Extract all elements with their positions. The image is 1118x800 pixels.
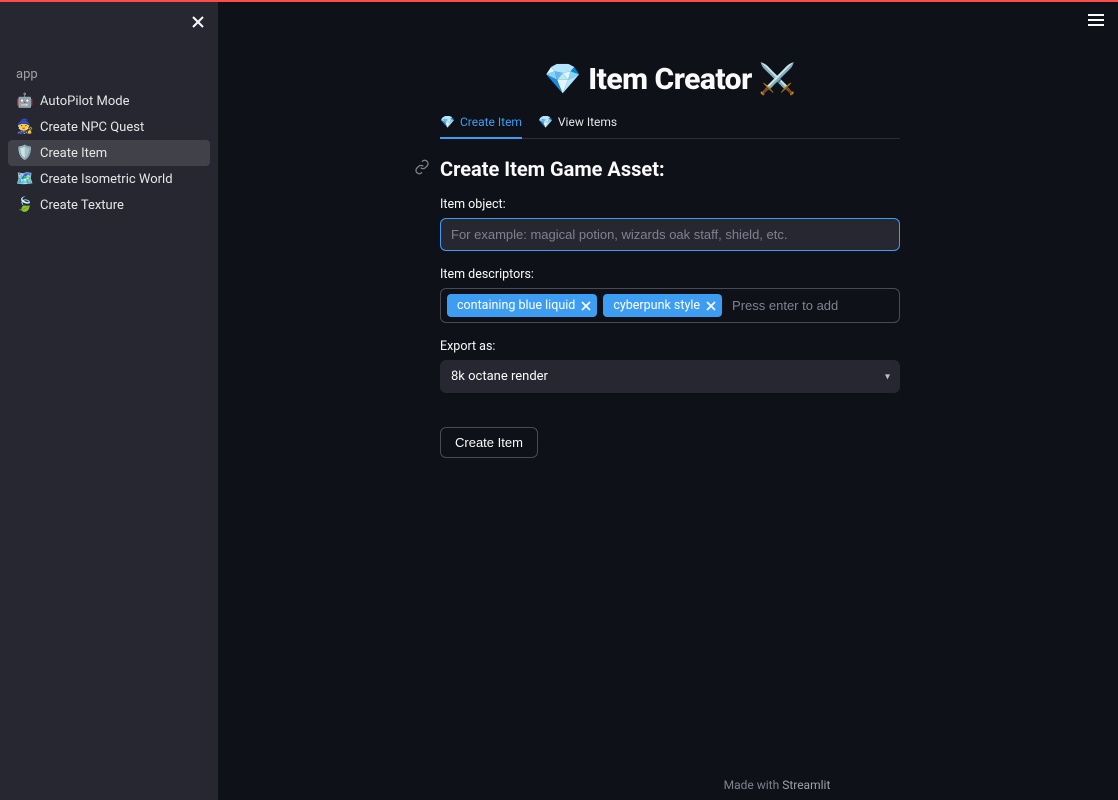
descriptor-tag: containing blue liquid	[447, 294, 597, 317]
tab-label: View Items	[558, 115, 617, 129]
close-icon	[581, 301, 591, 311]
sidebar-item-label: Create Texture	[40, 198, 124, 213]
close-sidebar-button[interactable]	[188, 12, 208, 32]
item-descriptors-text-input[interactable]	[728, 294, 893, 317]
sidebar-heading: app	[8, 67, 210, 82]
descriptor-tag-label: cyberpunk style	[613, 298, 700, 313]
sidebar-item-icon: 🛡️	[16, 145, 32, 161]
export-as-select[interactable]: 8k octane render	[440, 360, 900, 393]
section-title: Create Item Game Asset:	[440, 157, 665, 181]
sidebar-item-icon: 🗺️	[16, 171, 32, 187]
export-as-label: Export as:	[440, 339, 900, 354]
item-object-label: Item object:	[440, 197, 900, 212]
sidebar-item-label: AutoPilot Mode	[40, 94, 130, 109]
gem-icon: 💎	[440, 115, 455, 129]
close-icon	[706, 301, 716, 311]
main-content: 💎 Item Creator ⚔️ 💎 Create Item 💎 View Item…	[218, 2, 1118, 800]
item-object-input[interactable]	[440, 218, 900, 251]
sidebar-item-create-isometric-world[interactable]: 🗺️ Create Isometric World	[8, 166, 210, 192]
sidebar-item-create-item[interactable]: 🛡️ Create Item	[8, 140, 210, 166]
sidebar-item-icon: 🍃	[16, 197, 32, 213]
remove-tag-button[interactable]	[581, 301, 591, 311]
footer-link[interactable]: Streamlit	[782, 778, 830, 792]
item-descriptors-label: Item descriptors:	[440, 267, 900, 282]
sidebar-item-label: Create NPC Quest	[40, 120, 144, 135]
descriptor-tag-label: containing blue liquid	[457, 298, 575, 313]
link-icon	[414, 159, 430, 179]
footer-prefix: Made with	[724, 778, 783, 792]
tab-label: Create Item	[460, 115, 522, 129]
descriptor-tag: cyberpunk style	[603, 294, 722, 317]
sidebar-item-create-npc-quest[interactable]: 🧙 Create NPC Quest	[8, 114, 210, 140]
sidebar-item-label: Create Item	[40, 146, 107, 161]
item-descriptors-input[interactable]: containing blue liquid cyberpunk style	[440, 288, 900, 323]
sidebar-item-create-texture[interactable]: 🍃 Create Texture	[8, 192, 210, 218]
footer: Made with Streamlit	[436, 778, 1118, 792]
sidebar-item-autopilot-mode[interactable]: 🤖 AutoPilot Mode	[8, 88, 210, 114]
page-title: 💎 Item Creator ⚔️	[440, 62, 900, 97]
sidebar: app 🤖 AutoPilot Mode 🧙 Create NPC Quest 🛡️ Cr…	[0, 2, 218, 800]
remove-tag-button[interactable]	[706, 301, 716, 311]
close-icon	[191, 15, 205, 29]
gem-icon: 💎	[538, 115, 553, 129]
sidebar-item-label: Create Isometric World	[40, 172, 173, 187]
sidebar-item-icon: 🤖	[16, 93, 32, 109]
tabs: 💎 Create Item 💎 View Items	[440, 115, 900, 139]
tab-view-items[interactable]: 💎 View Items	[538, 115, 617, 139]
tab-create-item[interactable]: 💎 Create Item	[440, 115, 522, 139]
sidebar-item-icon: 🧙	[16, 119, 32, 135]
create-item-button[interactable]: Create Item	[440, 427, 538, 458]
